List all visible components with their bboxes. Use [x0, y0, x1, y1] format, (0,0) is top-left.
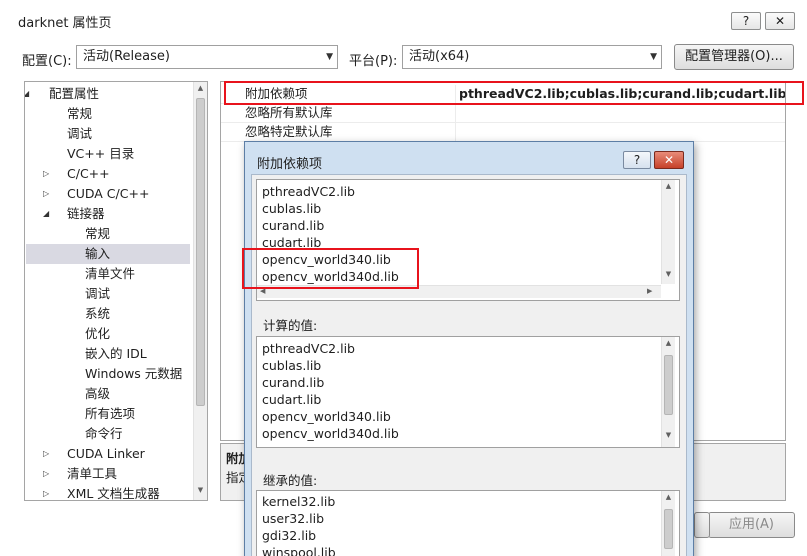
expand-arrow-icon[interactable]: ▷ — [43, 164, 55, 184]
ok-button-partial[interactable] — [694, 512, 710, 538]
tree-item-label: VC++ 目录 — [67, 146, 135, 161]
tree-item-label: CUDA Linker — [67, 446, 145, 461]
tree-item-label: XML 文档生成器 — [67, 486, 160, 501]
tree-item-label: 嵌入的 IDL — [85, 346, 147, 361]
scroll-up-icon[interactable]: ▲ — [662, 182, 675, 190]
config-manager-button[interactable]: 配置管理器(O)... — [674, 44, 794, 70]
help-button[interactable]: ? — [731, 12, 761, 30]
platform-combo[interactable]: 活动(x64) ▼ — [402, 45, 662, 69]
tree-item-label: C/C++ — [67, 166, 110, 181]
tree-item-label: 优化 — [85, 326, 111, 341]
window-title: darknet 属性页 — [18, 16, 112, 31]
title-bar: darknet 属性页 ? ✕ — [0, 0, 807, 38]
inherited-scrollbar[interactable]: ▲ — [661, 491, 675, 556]
collapse-arrow-icon[interactable]: ◢ — [25, 84, 35, 104]
scroll-down-icon[interactable]: ▼ — [662, 270, 675, 278]
scroll-down-icon[interactable]: ▼ — [194, 486, 207, 494]
scroll-up-icon[interactable]: ▲ — [194, 84, 207, 92]
column-separator — [455, 123, 456, 142]
tree-item-label: 系统 — [85, 306, 111, 321]
config-combo[interactable]: 活动(Release) ▼ — [76, 45, 338, 69]
highlight-box — [242, 248, 419, 289]
list-item: gdi32.lib — [262, 528, 317, 543]
tree-item-label: CUDA C/C++ — [67, 186, 150, 201]
list-item: curand.lib — [262, 218, 325, 233]
inherited-scroll-thumb[interactable] — [664, 509, 673, 549]
tree-item-label: 链接器 — [67, 206, 105, 221]
grid-row[interactable]: 忽略所有默认库 — [221, 104, 785, 123]
tree-item-label: 常规 — [67, 106, 93, 121]
tree-scrollbar[interactable]: ▲ ▼ — [193, 82, 207, 500]
computed-values-list: pthreadVC2.lib cublas.lib curand.lib cudart… — [256, 336, 680, 448]
list-item: cublas.lib — [262, 358, 322, 373]
list-item: kernel32.lib — [262, 494, 336, 509]
scroll-up-icon[interactable]: ▲ — [662, 339, 675, 347]
list-item: cublas.lib — [262, 201, 322, 216]
list-item: cudart.lib — [262, 392, 322, 407]
property-tree: ◢配置属性常规调试VC++ 目录▷C/C++▷CUDA C/C++◢链接器常规输… — [24, 81, 208, 501]
computed-scroll-thumb[interactable] — [664, 355, 673, 415]
list-item: pthreadVC2.lib — [262, 341, 355, 356]
list-item: opencv_world340.lib — [262, 409, 391, 424]
computed-values-label: 计算的值: — [263, 318, 318, 333]
tree-item-label: 命令行 — [85, 426, 123, 441]
scroll-up-icon[interactable]: ▲ — [662, 493, 675, 501]
list-item: winspool.lib — [262, 545, 336, 556]
collapse-arrow-icon[interactable]: ◢ — [43, 204, 55, 224]
platform-combo-value: 活动(x64) — [409, 49, 470, 64]
tree-item-label: 调试 — [85, 286, 111, 301]
tree-item-label: 所有选项 — [85, 406, 136, 421]
property-name: 忽略所有默认库 — [245, 105, 333, 120]
list-item: user32.lib — [262, 511, 325, 526]
expand-arrow-icon[interactable]: ▷ — [43, 484, 55, 500]
tree-item-label: Windows 元数据 — [85, 366, 183, 381]
config-label: 配置(C): — [22, 54, 72, 69]
property-name: 忽略特定默认库 — [245, 124, 333, 139]
expand-arrow-icon[interactable]: ▷ — [43, 464, 55, 484]
dialog-close-button[interactable]: ✕ — [654, 151, 684, 169]
inherited-values-label: 继承的值: — [263, 473, 318, 488]
computed-scrollbar[interactable]: ▲ ▼ — [661, 337, 675, 447]
list-item: curand.lib — [262, 375, 325, 390]
expand-arrow-icon[interactable]: ▷ — [43, 444, 55, 464]
apply-button[interactable]: 应用(A) — [708, 512, 795, 538]
tree-item-label: 常规 — [85, 226, 111, 241]
expand-arrow-icon[interactable]: ▷ — [43, 184, 55, 204]
config-combo-value: 活动(Release) — [83, 49, 170, 64]
additional-dependencies-dialog: 附加依赖项 ? ✕ pthreadVC2.lib cublas.lib curand… — [244, 141, 694, 556]
dialog-title: 附加依赖项 — [257, 157, 323, 172]
edit-scrollbar[interactable]: ▲ ▼ — [661, 180, 675, 284]
chevron-down-icon: ▼ — [326, 52, 333, 62]
dialog-body: pthreadVC2.lib cublas.lib curand.lib cudart… — [251, 174, 687, 556]
scroll-down-icon[interactable]: ▼ — [662, 431, 675, 439]
tree-item-label: 清单工具 — [67, 466, 118, 481]
tree-item-label: 输入 — [85, 246, 111, 261]
close-button[interactable]: ✕ — [765, 12, 795, 30]
tree-item-label: 清单文件 — [85, 266, 136, 281]
tree-scroll-thumb[interactable] — [196, 98, 205, 406]
tree-item-label: 配置属性 — [49, 86, 100, 101]
inherited-values-list: kernel32.lib user32.lib gdi32.lib winspool.… — [256, 490, 680, 556]
platform-label: 平台(P): — [349, 54, 398, 69]
chevron-down-icon: ▼ — [650, 52, 657, 62]
grid-row[interactable]: 忽略特定默认库 — [221, 123, 785, 142]
highlight-box — [224, 81, 804, 105]
tree-item-label: 调试 — [67, 126, 93, 141]
list-item: pthreadVC2.lib — [262, 184, 355, 199]
dialog-help-button[interactable]: ? — [623, 151, 651, 169]
scroll-right-icon[interactable]: ▶ — [647, 287, 652, 295]
tree-item-label: 高级 — [85, 386, 111, 401]
column-separator — [455, 104, 456, 123]
list-item: opencv_world340d.lib — [262, 426, 399, 441]
